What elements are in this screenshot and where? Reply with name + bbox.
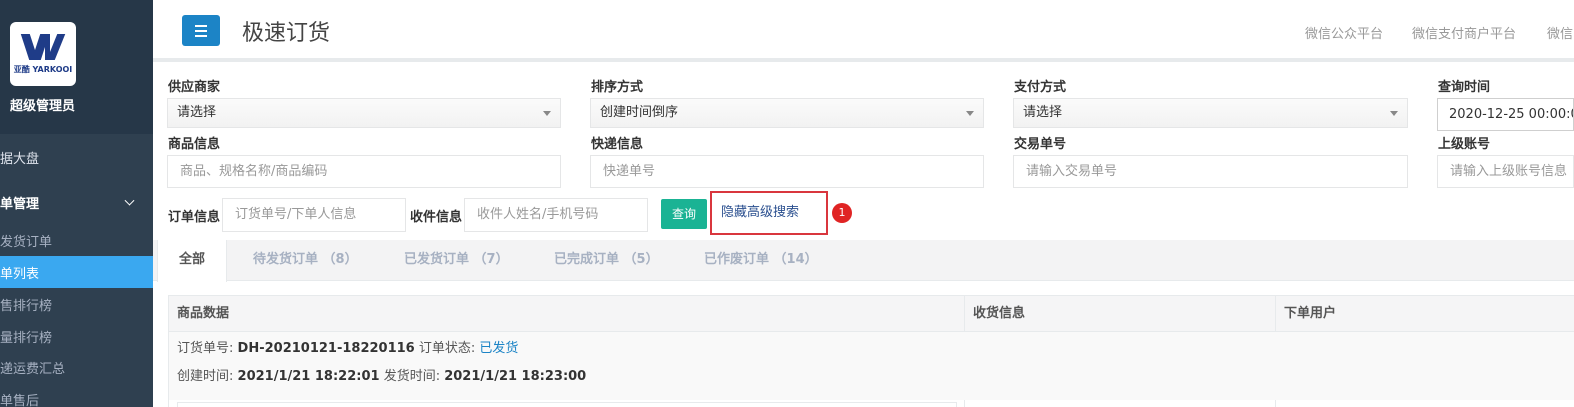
- sidebar-item-label: 售排行榜: [0, 299, 53, 314]
- sidebar-item-order-management[interactable]: 单管理: [0, 185, 153, 219]
- shipped-time-label: 发货时间:: [383, 369, 441, 384]
- parent-account-input[interactable]: 请输入上级账号信息: [1437, 155, 1574, 188]
- order-status-tabs: 全部 待发货订单 （8） 已发货订单 （7） 已完成订单 （5） 已作废订单 （…: [153, 240, 1574, 282]
- sidebar-item-freight-summary[interactable]: 递运费汇总: [0, 352, 153, 383]
- supplier-label: 供应商家: [168, 80, 221, 95]
- sidebar-item-order-list[interactable]: 单列表: [0, 256, 153, 288]
- sort-label: 排序方式: [591, 80, 644, 95]
- sidebar-item-label: 单列表: [0, 266, 40, 282]
- brand-logo: 亚酷 YARKOOI: [10, 22, 76, 86]
- express-number-input[interactable]: 快递单号: [590, 155, 984, 188]
- tab-voided[interactable]: 已作废订单 （14）: [704, 240, 818, 281]
- goods-info-input[interactable]: 商品、规格名称/商品编码: [167, 155, 561, 188]
- sort-select[interactable]: 创建时间倒序: [590, 98, 984, 128]
- brand-logo-mark: [20, 33, 66, 60]
- payment-select[interactable]: 请选择: [1013, 98, 1408, 128]
- receiver-info-label: 收件信息: [410, 210, 463, 225]
- menu-toggle-button[interactable]: [182, 15, 220, 46]
- column-header-goods: 商品数据: [177, 306, 230, 321]
- payment-select-value: 请选择: [1023, 105, 1063, 120]
- column-header-receiving: 收货信息: [973, 306, 1026, 321]
- trade-number-input[interactable]: 请输入交易单号: [1013, 155, 1408, 188]
- hamburger-icon: [195, 24, 207, 27]
- sidebar-item-ship-orders[interactable]: 发货订单: [0, 225, 153, 256]
- sidebar-item-label: 单管理: [0, 196, 40, 212]
- page-title: 极速订货: [242, 21, 331, 46]
- tab-all[interactable]: 全部: [157, 240, 227, 282]
- query-time-label: 查询时间: [1438, 80, 1491, 95]
- express-info-label: 快递信息: [591, 137, 644, 152]
- hide-advanced-search-link[interactable]: 隐藏高级搜索: [710, 191, 828, 235]
- step-number-badge: 1: [832, 203, 852, 223]
- order-status-label: 订单状态:: [418, 341, 476, 356]
- receiver-info-input[interactable]: 收件人姓名/手机号码: [464, 198, 648, 232]
- query-time-input[interactable]: 2020-12-25 00:00:0: [1437, 98, 1574, 131]
- sidebar-item-sales-ranking[interactable]: 售排行榜: [0, 289, 153, 320]
- column-header-user: 下单用户: [1284, 306, 1337, 321]
- sidebar-item-label: 量排行榜: [0, 331, 53, 346]
- query-button[interactable]: 查询: [661, 199, 707, 229]
- payment-label: 支付方式: [1014, 80, 1067, 95]
- tab-shipped[interactable]: 已发货订单 （7）: [404, 240, 509, 281]
- sidebar: 亚酷 YARKOOI 超级管理员 据大盘 单管理 发货订单 单列表 售排行榜 量…: [0, 0, 153, 407]
- sidebar-item-label: 单售后: [0, 394, 40, 407]
- dropdown-caret-icon: [966, 111, 974, 116]
- sidebar-item-label: 据大盘: [0, 151, 40, 167]
- sidebar-profile: 亚酷 YARKOOI 超级管理员: [0, 0, 153, 134]
- tab-pending-shipment[interactable]: 待发货订单 （8）: [253, 240, 358, 281]
- tab-completed[interactable]: 已完成订单 （5）: [554, 240, 659, 281]
- parent-account-label: 上级账号: [1438, 137, 1491, 152]
- order-info-input[interactable]: 订货单号/下单人信息: [222, 198, 406, 232]
- order-info-label: 订单信息: [168, 210, 221, 225]
- order-table: 商品数据 收货信息 下单用户 订货单号: DH-20210121-1822011…: [168, 295, 1574, 407]
- wechat-official-link[interactable]: 微信公众平台: [1305, 23, 1383, 42]
- supplier-select-value: 请选择: [177, 105, 217, 120]
- wechat-link[interactable]: 微信: [1547, 23, 1573, 42]
- order-goods-row: [177, 402, 957, 407]
- app-root: 亚酷 YARKOOI 超级管理员 据大盘 单管理 发货订单 单列表 售排行榜 量…: [0, 0, 1574, 407]
- sidebar-item-label: 递运费汇总: [0, 362, 66, 377]
- sidebar-item-dashboard[interactable]: 据大盘: [0, 140, 153, 174]
- dropdown-caret-icon: [543, 111, 551, 116]
- order-number-line: 订货单号: DH-20210121-18220116 订单状态: 已发货: [177, 337, 518, 356]
- wechat-pay-merchant-link[interactable]: 微信支付商户平台: [1412, 23, 1516, 42]
- table-header: 商品数据 收货信息 下单用户: [169, 296, 1574, 332]
- order-summary-row: 订货单号: DH-20210121-18220116 订单状态: 已发货 创建时…: [169, 332, 1574, 400]
- chevron-down-icon: [124, 195, 135, 206]
- supplier-select[interactable]: 请选择: [167, 98, 561, 128]
- brand-logo-text: 亚酷 YARKOOI: [13, 64, 73, 74]
- user-name[interactable]: 超级管理员: [10, 95, 75, 114]
- dropdown-caret-icon: [1390, 111, 1398, 116]
- order-time-line: 创建时间: 2021/1/21 18:22:01 发货时间: 2021/1/21…: [177, 365, 586, 384]
- sidebar-item-quantity-ranking[interactable]: 量排行榜: [0, 321, 153, 352]
- order-number-value: DH-20210121-18220116: [237, 341, 415, 356]
- created-time-label: 创建时间:: [177, 369, 234, 384]
- top-navbar: 极速订货 微信公众平台 微信支付商户平台 微信: [153, 0, 1574, 62]
- trade-number-label: 交易单号: [1014, 137, 1067, 152]
- sidebar-item-after-sales[interactable]: 单售后: [0, 384, 153, 407]
- sort-select-value: 创建时间倒序: [600, 105, 679, 120]
- goods-info-label: 商品信息: [168, 137, 221, 152]
- sidebar-item-label: 发货订单: [0, 235, 53, 250]
- order-number-label: 订货单号:: [177, 341, 234, 356]
- order-status-value: 已发货: [479, 341, 519, 356]
- created-time-value: 2021/1/21 18:22:01: [237, 369, 380, 384]
- shipped-time-value: 2021/1/21 18:23:00: [444, 369, 587, 384]
